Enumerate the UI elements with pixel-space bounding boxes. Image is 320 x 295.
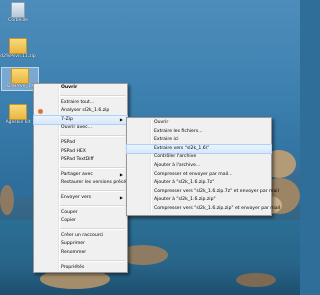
submenu-arrow-icon: ▶ bbox=[119, 194, 123, 200]
submenu-item-add-to-archive[interactable]: Ajouter à l'archive... bbox=[127, 162, 271, 171]
folder-icon bbox=[9, 104, 27, 120]
submenu-item-compress-7z-email[interactable]: Compresser vers "sl2k_1.6.zip.7z" et env… bbox=[127, 188, 279, 197]
menu-separator bbox=[60, 166, 125, 169]
menu-separator bbox=[60, 134, 125, 137]
wallpaper-rock bbox=[0, 185, 14, 215]
desktop-icon-label: Corbeille bbox=[8, 18, 28, 23]
submenu-item-extract-to-folder[interactable]: Extraire vers "sl2k_1.6\" bbox=[126, 143, 272, 155]
submenu-item-add-to-7z[interactable]: Ajouter à "sl2k_1.6.zip.7z" bbox=[127, 179, 271, 188]
desktop: Corbeille d2%Psvn.11.zip d2%Psvn_1.6 Age… bbox=[0, 0, 300, 295]
submenu-item-compress-email[interactable]: Compresser et envoyer par mail... bbox=[127, 171, 271, 180]
desktop-icon-zip-file[interactable]: d2%Psvn.11.zip bbox=[0, 38, 36, 60]
submenu-item-compress-zip-email[interactable]: Compresser vers "sl2k_1.6.zip.zip" et en… bbox=[127, 205, 280, 214]
menu-separator bbox=[60, 259, 125, 262]
submenu-item-open[interactable]: Ouvrir bbox=[127, 119, 271, 128]
menu-item-create-shortcut[interactable]: Créer un raccourci bbox=[34, 232, 127, 241]
menu-separator bbox=[60, 94, 125, 97]
submenu-item-add-to-zip[interactable]: Ajouter à "sl2k_1.6.zip.zip" bbox=[127, 196, 271, 205]
menu-item-cut[interactable]: Couper bbox=[34, 209, 127, 218]
menu-item-rename[interactable]: Renommer bbox=[34, 249, 127, 258]
menu-item-7zip[interactable]: 7-Zip ▶ bbox=[33, 114, 128, 126]
menu-item-restore-versions[interactable]: Restaurer les versions précédentes bbox=[34, 179, 142, 188]
7zip-submenu: Ouvrir Extraire les fichiers... Extraire… bbox=[126, 117, 280, 216]
context-menu: Ouvrir Extraire tout... Analyser sl2k_1.… bbox=[33, 83, 142, 274]
menu-item-share-with[interactable]: Partager avec ▶ bbox=[34, 171, 127, 180]
submenu-arrow-icon: ▶ bbox=[119, 171, 123, 177]
submenu-item-test-archive[interactable]: Contrôler l'archive bbox=[127, 153, 271, 162]
menu-item-open-with[interactable]: Ouvrir avec... bbox=[34, 124, 127, 133]
desktop-icon-folder[interactable]: Ageskin kit bbox=[0, 104, 36, 126]
menu-item-copy[interactable]: Copier bbox=[34, 217, 127, 226]
menu-item-pspad-hex[interactable]: PSPad HEX bbox=[34, 148, 127, 157]
menu-item-extract-all[interactable]: Extraire tout... bbox=[34, 99, 127, 108]
desktop-icon-label: Ageskin kit bbox=[5, 120, 31, 125]
menu-separator bbox=[60, 189, 125, 192]
menu-item-scan[interactable]: Analyser sl2k_1.6.zip bbox=[34, 107, 127, 116]
wallpaper-rock bbox=[236, 273, 276, 287]
recycle-bin-icon bbox=[11, 2, 25, 18]
zip-folder-icon bbox=[11, 68, 29, 84]
desktop-icon-recycle-bin[interactable]: Corbeille bbox=[0, 2, 36, 24]
menu-item-delete[interactable]: Supprimer bbox=[34, 240, 127, 249]
submenu-item-extract-here[interactable]: Extraire ici bbox=[127, 136, 271, 145]
antivirus-icon bbox=[38, 108, 43, 114]
menu-item-pspad[interactable]: PSPad bbox=[34, 139, 127, 148]
menu-item-open[interactable]: Ouvrir bbox=[34, 84, 127, 93]
desktop-icon-label: d2%Psvn.11.zip bbox=[0, 54, 36, 59]
menu-item-properties[interactable]: Propriétés bbox=[34, 264, 127, 273]
menu-separator bbox=[60, 227, 125, 230]
menu-item-pspad-textdiff[interactable]: PSPad TextDiff bbox=[34, 156, 127, 165]
menu-separator bbox=[60, 204, 125, 207]
zip-folder-icon bbox=[9, 38, 27, 54]
menu-item-send-to[interactable]: Envoyer vers ▶ bbox=[34, 194, 127, 203]
submenu-item-extract-files[interactable]: Extraire les fichiers... bbox=[127, 128, 271, 137]
submenu-arrow-icon: ▶ bbox=[119, 116, 123, 122]
